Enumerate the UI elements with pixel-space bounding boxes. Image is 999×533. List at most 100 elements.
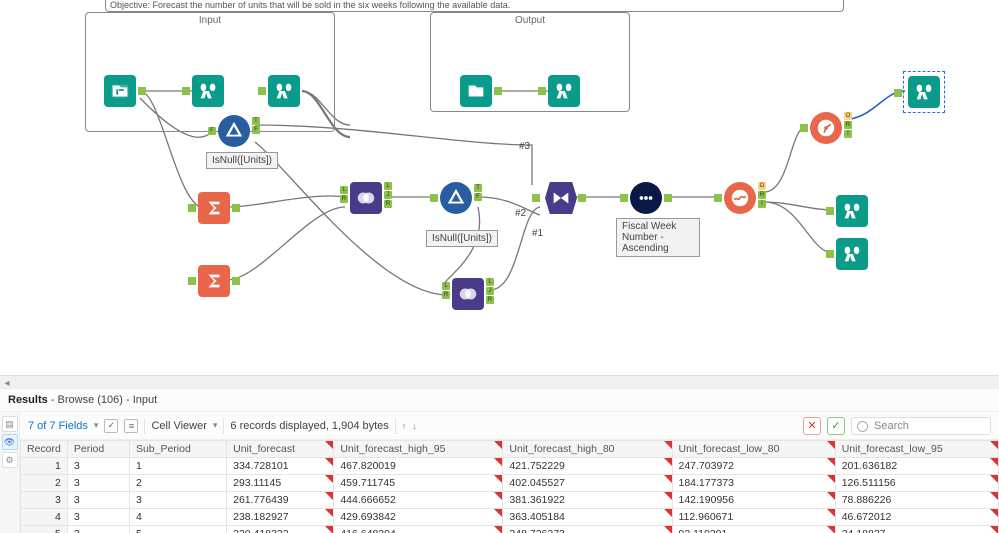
cell[interactable]: 5 <box>129 526 226 533</box>
browse-tool-selected <box>908 76 940 108</box>
cell[interactable]: 381.361922 <box>503 492 672 509</box>
selected-node[interactable] <box>903 71 945 113</box>
priority-2: #2 <box>515 208 526 219</box>
cell[interactable]: 112.960671 <box>672 509 835 526</box>
sort-tool[interactable] <box>630 182 662 214</box>
cell[interactable]: 2 <box>21 475 68 492</box>
metadata-icon[interactable]: ≡ <box>124 419 138 433</box>
cell[interactable]: 467.820019 <box>334 458 503 475</box>
cell[interactable]: 293.11145 <box>227 475 334 492</box>
cell-viewer-label[interactable]: Cell Viewer <box>151 420 206 432</box>
table-row[interactable]: 333261.776439444.666652381.361922142.190… <box>21 492 999 509</box>
cell[interactable]: 3 <box>67 509 129 526</box>
arrow-up-icon[interactable]: ↑ <box>402 421 407 431</box>
col-header[interactable]: Unit_forecast_high_80 <box>503 441 672 458</box>
summarize-tool-2[interactable] <box>198 265 230 297</box>
cell[interactable]: 3 <box>21 492 68 509</box>
output-data-tool[interactable] <box>460 75 492 107</box>
cell[interactable]: 3 <box>67 526 129 533</box>
ts-forecast-tool[interactable]: ORI <box>724 182 756 214</box>
text-input-tool[interactable] <box>104 75 136 107</box>
cell[interactable]: 24.18827 <box>835 526 998 533</box>
filter-tool-2[interactable]: TF <box>440 182 472 214</box>
cell[interactable]: 429.693842 <box>334 509 503 526</box>
union-tool[interactable] <box>545 182 577 214</box>
col-header[interactable]: Period <box>67 441 129 458</box>
col-header[interactable]: Unit_forecast <box>227 441 334 458</box>
priority-1: #1 <box>532 228 543 239</box>
cell[interactable]: 3 <box>67 458 129 475</box>
col-header[interactable]: Unit_forecast_low_95 <box>835 441 998 458</box>
browse-tool-4[interactable] <box>836 238 868 270</box>
objective-text: Objective: Forecast the number of units … <box>105 0 844 12</box>
cell[interactable]: 261.776439 <box>227 492 334 509</box>
filter-tool-1[interactable]: F TF <box>218 115 250 147</box>
cell[interactable]: 421.752229 <box>503 458 672 475</box>
group-input: Input <box>85 12 335 132</box>
table-row[interactable]: 232293.11145459.711745402.045527184.1773… <box>21 475 999 492</box>
cell[interactable]: 348.726273 <box>503 526 672 533</box>
browse-tool-2[interactable] <box>268 75 300 107</box>
sort-label: Fiscal Week Number - Ascending <box>616 218 700 257</box>
cell[interactable]: 1 <box>21 458 68 475</box>
col-header[interactable]: Unit_forecast_low_80 <box>672 441 835 458</box>
join-tool-1[interactable]: LR LJR <box>350 182 382 214</box>
cell[interactable]: 1 <box>129 458 226 475</box>
cell[interactable]: 416.648394 <box>334 526 503 533</box>
col-header[interactable]: Unit_forecast_high_95 <box>334 441 503 458</box>
table-row[interactable]: 535220.418332416.648394348.72627392.1103… <box>21 526 999 533</box>
browse-tool-output[interactable] <box>548 75 580 107</box>
fields-link[interactable]: 7 of 7 Fields <box>28 420 88 432</box>
results-toolbar: 7 of 7 Fields ▾ ✓ ≡ Cell Viewer ▾ 6 reco… <box>20 412 999 440</box>
close-icon[interactable]: ✕ <box>803 417 821 435</box>
cell[interactable]: 5 <box>21 526 68 533</box>
table-row[interactable]: 434238.182927429.693842363.405184112.960… <box>21 509 999 526</box>
cell[interactable]: 142.190956 <box>672 492 835 509</box>
cell[interactable]: 3 <box>67 492 129 509</box>
cell[interactable]: 4 <box>21 509 68 526</box>
cell[interactable]: 78.886226 <box>835 492 998 509</box>
table-row[interactable]: 131334.728101467.820019421.752229247.703… <box>21 458 999 475</box>
cell[interactable]: 363.405184 <box>503 509 672 526</box>
group-output-title: Output <box>431 15 629 26</box>
cell[interactable]: 220.418332 <box>227 526 334 533</box>
side-tab-data[interactable]: 👁 <box>2 434 18 450</box>
cell[interactable]: 238.182927 <box>227 509 334 526</box>
chevron-down-icon-2[interactable]: ▾ <box>213 420 218 431</box>
join-tool-2[interactable]: LR LJR <box>452 278 484 310</box>
cell[interactable]: 126.511156 <box>835 475 998 492</box>
results-title: Results - Browse (106) - Input <box>0 389 999 412</box>
cell[interactable]: 247.703972 <box>672 458 835 475</box>
arrow-down-icon[interactable]: ↓ <box>412 421 417 431</box>
workflow-canvas[interactable]: Objective: Forecast the number of units … <box>0 0 999 375</box>
col-header[interactable]: Sub_Period <box>129 441 226 458</box>
side-tab-messages[interactable]: ▤ <box>2 416 18 432</box>
cell[interactable]: 3 <box>67 475 129 492</box>
cell[interactable]: 46.672012 <box>835 509 998 526</box>
priority-3: #3 <box>519 141 530 152</box>
check-icon[interactable]: ✓ <box>827 417 845 435</box>
cell[interactable]: 92.110391 <box>672 526 835 533</box>
col-header[interactable]: Record <box>21 441 68 458</box>
cell[interactable]: 3 <box>129 492 226 509</box>
cell[interactable]: 459.711745 <box>334 475 503 492</box>
cell[interactable]: 402.045527 <box>503 475 672 492</box>
cell[interactable]: 2 <box>129 475 226 492</box>
search-input[interactable]: Search <box>851 417 991 435</box>
results-grid[interactable]: RecordPeriodSub_PeriodUnit_forecastUnit_… <box>20 440 999 533</box>
scroll-left-icon[interactable]: ◂ <box>0 376 14 390</box>
cell[interactable]: 4 <box>129 509 226 526</box>
cell[interactable]: 334.728101 <box>227 458 334 475</box>
cell[interactable]: 444.666652 <box>334 492 503 509</box>
chevron-down-icon[interactable]: ▾ <box>94 420 99 431</box>
browse-tool-3[interactable] <box>836 195 868 227</box>
cell[interactable]: 184.177373 <box>672 475 835 492</box>
side-tab-config[interactable]: ⚙ <box>2 452 18 468</box>
filter-label-1: IsNull([Units]) <box>206 152 278 169</box>
summarize-tool-1[interactable] <box>198 192 230 224</box>
cell[interactable]: 201.636182 <box>835 458 998 475</box>
ts-plot-tool[interactable]: ORI <box>810 112 842 144</box>
checkbox-icon[interactable]: ✓ <box>104 419 118 433</box>
browse-tool-1[interactable] <box>192 75 224 107</box>
h-scrollbar[interactable]: ◂ <box>0 375 999 389</box>
